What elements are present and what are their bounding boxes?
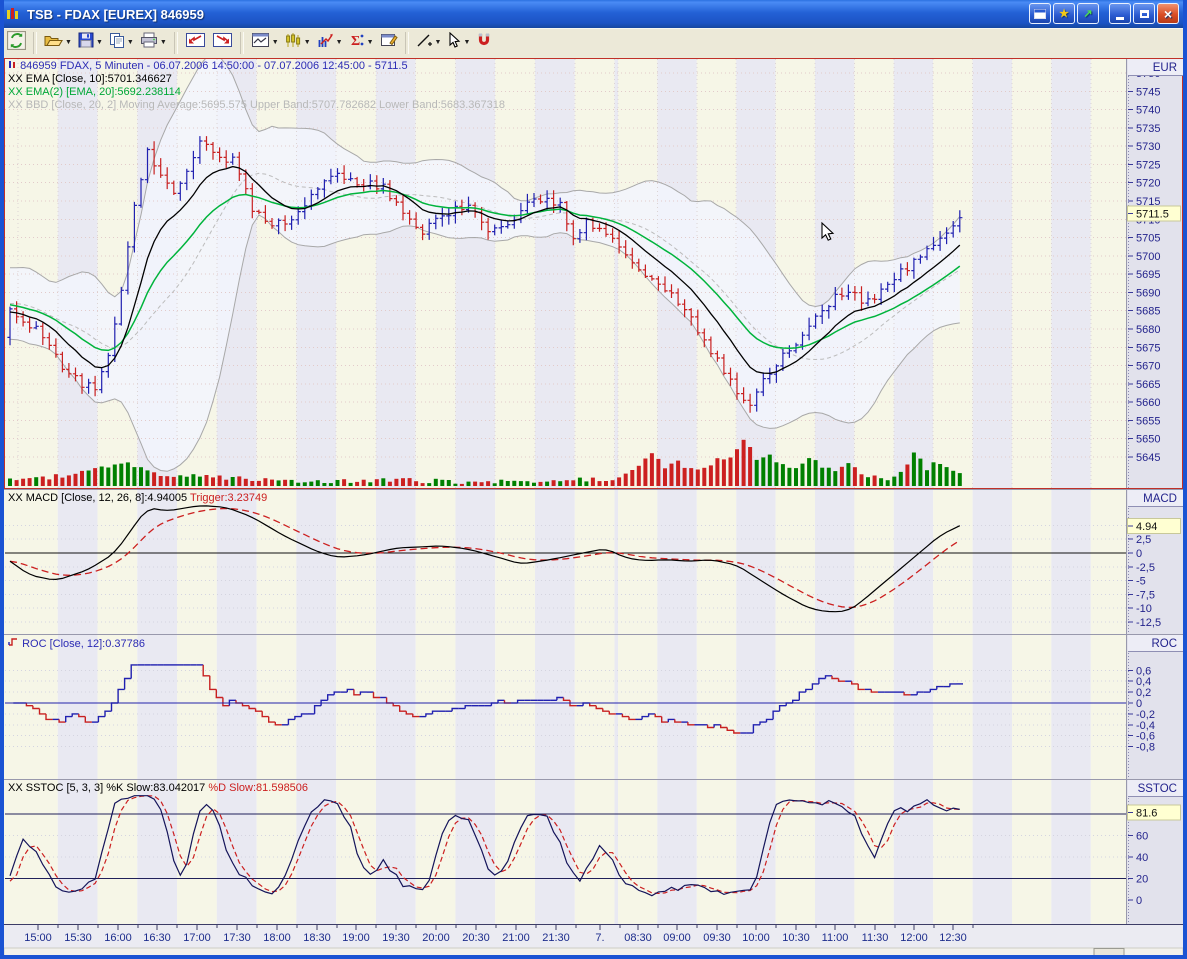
roc-panel[interactable] bbox=[4, 634, 1127, 779]
sstoc-panel[interactable] bbox=[4, 779, 1127, 924]
application-window: TSB - FDAX [EUREX] 846959 ★ ↗ × ▼▼▼▼▼▼▼Σ… bbox=[0, 0, 1187, 959]
price-axis-column[interactable] bbox=[1127, 58, 1183, 924]
main-chart-panel[interactable] bbox=[4, 58, 1127, 489]
macd-panel[interactable] bbox=[4, 489, 1127, 634]
scrollbar-thumb[interactable] bbox=[1094, 948, 1124, 956]
time-axis[interactable] bbox=[4, 924, 1183, 948]
